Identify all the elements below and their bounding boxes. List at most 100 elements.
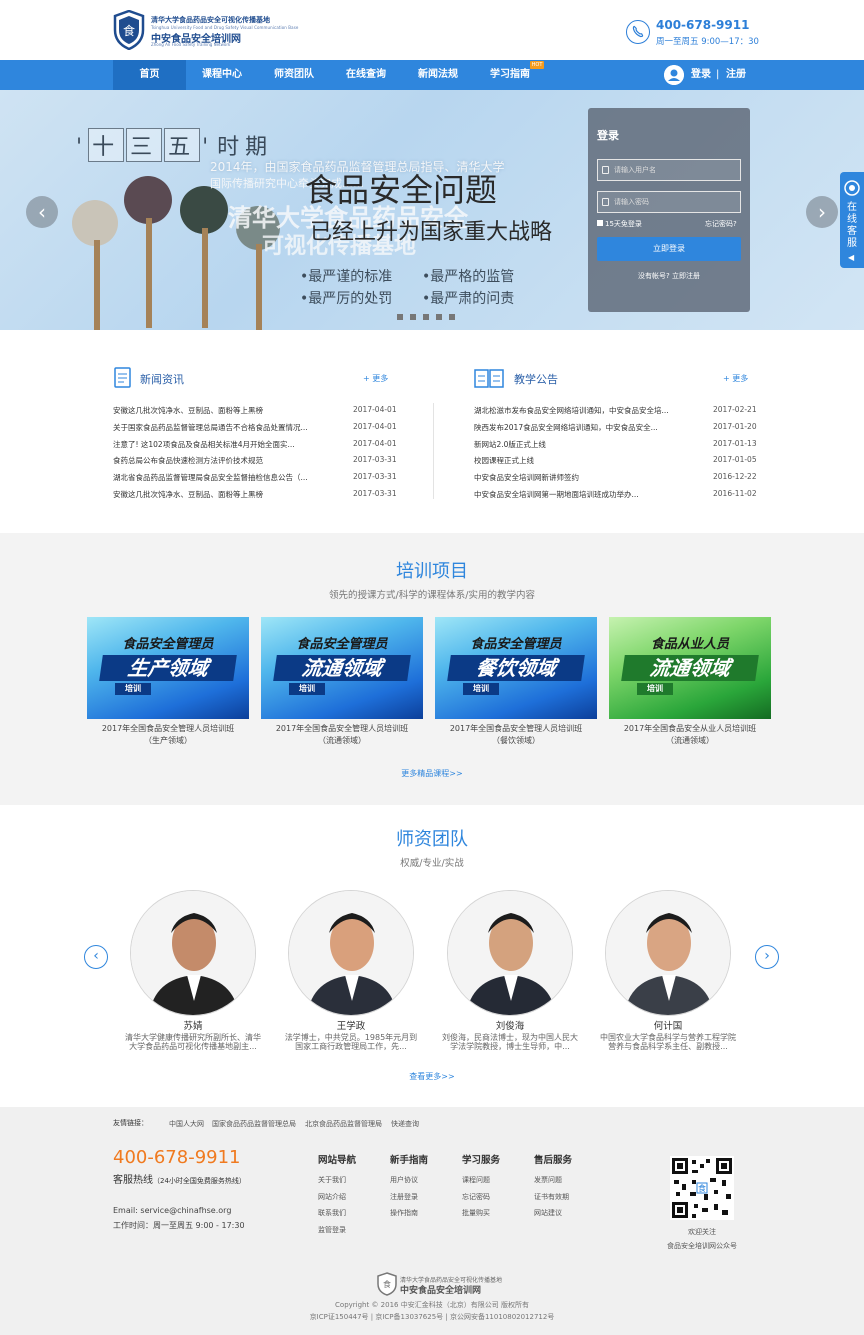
- teacher-portrait-icon: [131, 891, 255, 1015]
- pager-dot[interactable]: [397, 314, 403, 320]
- hot-badge: HOT: [530, 61, 544, 69]
- footer-col-link[interactable]: 注册登录: [390, 1192, 418, 1202]
- friend-link[interactable]: 国家食品药品监督管理总局: [212, 1119, 296, 1129]
- news-more-link[interactable]: + 更多: [363, 373, 388, 384]
- logo-line1: 清华大学食品药品安全可视化传播基地: [151, 16, 270, 24]
- course-card[interactable]: 食品从业人员 流通领域 培训: [609, 617, 771, 719]
- nav-teachers[interactable]: 师资团队: [258, 60, 330, 90]
- friend-link[interactable]: 北京食品药品监督管理局: [305, 1119, 382, 1129]
- notice-item-link[interactable]: 校园课程正式上线: [474, 455, 684, 466]
- notice-item-date: 2016-12-22: [713, 472, 757, 482]
- footer-col-link[interactable]: 联系我们: [318, 1208, 346, 1218]
- nav-courses[interactable]: 课程中心: [186, 60, 258, 90]
- logo-en: Zhong An Food Safety Training Network: [151, 42, 231, 47]
- forgot-password-link[interactable]: 忘记密码?: [705, 219, 737, 229]
- svg-text:食: 食: [698, 1183, 706, 1193]
- footer-col-link[interactable]: 关于我们: [318, 1175, 346, 1185]
- teacher-name: 苏婧: [183, 1021, 203, 1032]
- notice-book-icon: [474, 369, 504, 388]
- notice-item-link[interactable]: 湖北松滋市发布食品安全网络培训通知，中安食品安全培...: [474, 405, 684, 416]
- footer-col-link[interactable]: 网站介绍: [318, 1192, 346, 1202]
- nav-query[interactable]: 在线查询: [330, 60, 402, 90]
- course-card-top: 食品安全管理员: [296, 637, 388, 652]
- svg-text:食: 食: [383, 1279, 391, 1289]
- news-item-link[interactable]: 湖北省食品药品监督管理局食品安全监督抽检信息公告（...: [113, 472, 323, 483]
- teacher-desc: 刘俊海，民商法博士，现为中国人民大学法学院教授，博士生导师，中...: [442, 1033, 578, 1051]
- notice-item-date: 2017-01-13: [713, 438, 757, 448]
- footer-col-link[interactable]: 批量购买: [462, 1208, 490, 1218]
- news-item-link[interactable]: 关于国家食品药品监督管理总局通告不合格食品处置情况...: [113, 422, 323, 433]
- course-caption[interactable]: 2017年全国食品安全管理人员培训班: [426, 723, 606, 734]
- password-input[interactable]: 请输入密码: [597, 191, 741, 213]
- notice-section-title: 教学公告: [514, 373, 558, 386]
- teacher-photo[interactable]: [605, 890, 731, 1016]
- friend-link[interactable]: 中国人大网: [169, 1119, 204, 1129]
- teachers-prev-arrow-icon[interactable]: ‹: [84, 945, 108, 969]
- banner-next-arrow-icon[interactable]: ›: [806, 196, 838, 228]
- user-icon[interactable]: [664, 65, 684, 85]
- footer-email[interactable]: Email: service@chinafhse.org: [113, 1206, 231, 1215]
- qr-caption1: 欢迎关注: [688, 1228, 716, 1236]
- footer-col-link[interactable]: 操作指南: [390, 1208, 418, 1218]
- news-item-link[interactable]: 安徽这几批次饨净水、豆制品、面粉等上黑榜: [113, 405, 323, 416]
- teacher-name: 刘俊海: [495, 1021, 525, 1032]
- news-item-link[interactable]: 注意了! 这102项食品及食品相关标准4月开始全面实...: [113, 439, 323, 450]
- login-link[interactable]: 登录: [691, 60, 711, 90]
- notice-item-link[interactable]: 新网站2.0版正式上线: [474, 439, 684, 450]
- banner-prev-arrow-icon[interactable]: ‹: [26, 196, 58, 228]
- friend-link[interactable]: 快递查询: [391, 1119, 419, 1129]
- collapse-arrow-icon[interactable]: ◀: [848, 252, 854, 264]
- footer-col-link[interactable]: 监管登录: [318, 1225, 346, 1235]
- notice-item-link[interactable]: 中安食品安全培训网第一期地面培训班成功举办...: [474, 489, 684, 500]
- more-courses-link[interactable]: 更多精品课程>>: [0, 768, 864, 779]
- news-item-date: 2017-04-01: [353, 438, 397, 448]
- register-link[interactable]: 注册: [726, 60, 746, 90]
- news-item-link[interactable]: 安徽这几批次饨净水、豆制品、面粉等上黑榜: [113, 489, 323, 500]
- header-hours: 周一至周五 9:00—17：30: [656, 37, 759, 47]
- pager-dot[interactable]: [449, 314, 455, 320]
- teachers-next-arrow-icon[interactable]: ›: [755, 945, 779, 969]
- login-submit-button[interactable]: 立即登录: [597, 237, 741, 261]
- footer-col-link[interactable]: 发票问题: [534, 1175, 562, 1185]
- pager-dot[interactable]: [410, 314, 416, 320]
- register-prompt-link[interactable]: 没有帐号? 立即注册: [597, 271, 741, 281]
- teacher-photo[interactable]: [130, 890, 256, 1016]
- course-card-top: 食品从业人员: [650, 637, 729, 652]
- footer-hotline: 客服热线（24小时全国免费服务热线）: [113, 1175, 246, 1186]
- banner-pagination: [397, 305, 462, 324]
- teacher-desc: 中国农业大学食品科学与营养工程学院营养与食品科学系主任、副教授...: [600, 1033, 736, 1051]
- remember-checkbox[interactable]: 15天免登录: [597, 219, 642, 229]
- footer-col-link[interactable]: 忘记密码: [462, 1192, 490, 1202]
- projects-title: 培训项目: [396, 561, 468, 582]
- nav-home[interactable]: 首页: [113, 60, 186, 90]
- footer-col-link[interactable]: 课程问题: [462, 1175, 490, 1185]
- course-card[interactable]: 食品安全管理员 餐饮领域 培训: [435, 617, 597, 719]
- course-card-top: 食品安全管理员: [470, 637, 562, 652]
- teacher-photo[interactable]: [447, 890, 573, 1016]
- course-caption[interactable]: 2017年全国食品安全管理人员培训班: [252, 723, 432, 734]
- pager-dot[interactable]: [436, 314, 442, 320]
- news-item-date: 2017-03-31: [353, 472, 397, 482]
- notice-more-link[interactable]: + 更多: [723, 373, 748, 384]
- teacher-photo[interactable]: [288, 890, 414, 1016]
- nav-news[interactable]: 新闻法规: [402, 60, 474, 90]
- notice-item-link[interactable]: 中安食品安全培训网新讲师签约: [474, 472, 684, 483]
- logo-shield-icon[interactable]: 食: [113, 10, 145, 50]
- footer-col-link[interactable]: 证书有效期: [534, 1192, 569, 1202]
- username-input[interactable]: 请输入用户名: [597, 159, 741, 181]
- icp-info: 京ICP证150447号 | 京ICP备13037625号 | 京公网安备110…: [309, 1313, 555, 1321]
- course-card[interactable]: 食品安全管理员 流通领域 培训: [261, 617, 423, 719]
- more-teachers-link[interactable]: 查看更多>>: [0, 1071, 864, 1082]
- course-caption[interactable]: 2017年全国食品安全管理人员培训班: [78, 723, 258, 734]
- course-card[interactable]: 食品安全管理员 生产领域 培训: [87, 617, 249, 719]
- notice-item-link[interactable]: 陕西发布2017食品安全网络培训通知，中安食品安全...: [474, 422, 684, 433]
- footer-col-link[interactable]: 网站建议: [534, 1208, 562, 1218]
- news-item-link[interactable]: 食药总局公布食品快速检测方法评价技术规范: [113, 455, 323, 466]
- online-service-tab[interactable]: 在线客服 ◀: [840, 172, 864, 268]
- course-caption[interactable]: 2017年全国食品安全从业人员培训班: [600, 723, 780, 734]
- footer-col-link[interactable]: 用户协议: [390, 1175, 418, 1185]
- lock-icon: [602, 198, 609, 206]
- course-caption-sub: （生产领域）: [144, 736, 192, 745]
- teacher-name: 何计国: [653, 1021, 683, 1032]
- pager-dot[interactable]: [423, 314, 429, 320]
